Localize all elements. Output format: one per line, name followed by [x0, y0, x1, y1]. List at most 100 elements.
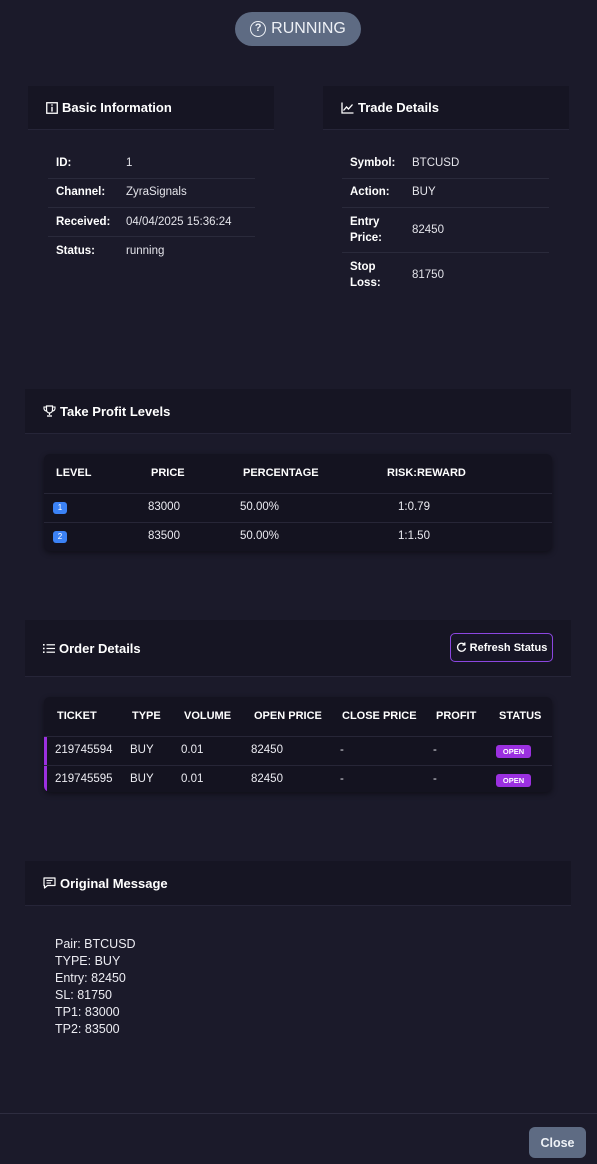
column-header: PRICE	[151, 467, 185, 479]
column-header: VOLUME	[184, 710, 232, 722]
column-header: TICKET	[57, 710, 97, 722]
table-cell: 82450	[251, 744, 283, 756]
kv-key: Action:	[350, 185, 390, 198]
divider	[48, 236, 255, 237]
kv-key: ID:	[56, 156, 72, 169]
table-cell: 219745595	[55, 773, 113, 785]
kv-value: 04/04/2025 15:36:24	[126, 215, 232, 228]
kv-key: Received:	[56, 215, 111, 228]
refresh-status-button[interactable]: Refresh Status	[450, 633, 553, 662]
kv-value: BTCUSD	[412, 156, 460, 169]
basic-info-row-received: Received: 04/04/2025 15:36:24	[56, 213, 232, 230]
column-header: LEVEL	[56, 467, 92, 479]
message-line: TYPE: BUY	[55, 954, 121, 968]
column-header: OPEN PRICE	[254, 710, 322, 722]
trade-details-row-symbol: Symbol: BTCUSD	[350, 154, 459, 171]
kv-value: 82450	[412, 224, 444, 236]
kv-key: Stop Loss:	[350, 259, 412, 291]
table-cell: 50.00%	[240, 501, 280, 513]
kv-key: Status:	[56, 244, 95, 257]
table-cell: 1:1.50	[398, 530, 430, 542]
message-line: SL: 81750	[55, 988, 112, 1002]
table-cell: BUY	[130, 744, 154, 756]
table-cell: 0.01	[181, 773, 204, 785]
message-line: TP1: 83000	[55, 1005, 120, 1019]
column-header: STATUS	[499, 710, 542, 722]
table-cell: 83000	[148, 501, 180, 513]
message-line: TP2: 83500	[55, 1022, 120, 1036]
status-badge: OPEN	[496, 745, 531, 758]
divider	[44, 765, 552, 766]
divider	[342, 178, 549, 179]
original-message-title: Original Message	[60, 875, 168, 891]
trade-details-row-stop-loss: Stop Loss: 81750	[350, 259, 444, 291]
basic-info-title: Basic Information	[62, 100, 172, 115]
footer-divider	[0, 1113, 597, 1114]
divider	[342, 252, 549, 253]
column-header: TYPE	[132, 710, 161, 722]
table-cell: BUY	[130, 773, 154, 785]
kv-key: Entry Price:	[350, 214, 412, 246]
kv-key: Symbol:	[350, 156, 396, 169]
trophy-icon	[43, 405, 56, 417]
kv-value: 1	[126, 156, 133, 169]
divider	[342, 207, 549, 208]
kv-key-line: Stop	[350, 261, 376, 273]
message-line: Entry: 82450	[55, 971, 126, 985]
divider	[48, 207, 255, 208]
original-message-header: Original Message	[25, 861, 571, 906]
table-cell: 0.01	[181, 744, 204, 756]
refresh-status-label: Refresh Status	[469, 641, 548, 654]
refresh-icon	[456, 642, 466, 652]
basic-info-row-status: Status: running	[56, 242, 164, 259]
basic-info-header: Basic Information	[28, 86, 274, 130]
message-line: Pair: BTCUSD	[55, 937, 136, 951]
column-header: RISK:REWARD	[387, 467, 466, 479]
table-cell: 219745594	[55, 744, 113, 756]
kv-key-line: Price:	[350, 232, 382, 244]
kv-key-line: Entry	[350, 216, 380, 228]
table-cell: -	[340, 773, 344, 785]
status-pill: ? RUNNING	[235, 12, 361, 46]
trade-details-header: Trade Details	[323, 86, 569, 130]
kv-value: running	[126, 244, 165, 257]
table-cell: 50.00%	[240, 530, 280, 542]
divider	[48, 178, 255, 179]
kv-key-line: Loss:	[350, 277, 381, 289]
kv-value: BUY	[412, 185, 436, 198]
trade-details-title: Trade Details	[358, 100, 439, 115]
table-cell: 1:0.79	[398, 501, 430, 513]
row-accent-bar	[44, 737, 47, 791]
take-profit-title: Take Profit Levels	[60, 403, 171, 419]
divider	[44, 493, 552, 494]
take-profit-header: Take Profit Levels	[25, 389, 571, 434]
trade-details-row-action: Action: BUY	[350, 183, 436, 200]
status-badge: OPEN	[496, 774, 531, 787]
status-pill-label: RUNNING	[271, 20, 346, 37]
table-cell: -	[433, 773, 437, 785]
line-chart-icon	[341, 102, 354, 114]
level-badge: 1	[53, 502, 67, 514]
order-details-title: Order Details	[59, 640, 141, 656]
column-header: CLOSE PRICE	[342, 710, 417, 722]
level-badge: 2	[53, 531, 67, 543]
basic-info-row-id: ID: 1	[56, 154, 132, 171]
table-cell: 82450	[251, 773, 283, 785]
column-header: PROFIT	[436, 710, 477, 722]
close-button[interactable]: Close	[529, 1127, 586, 1158]
divider	[44, 736, 552, 737]
orders-table: TICKET TYPE VOLUME OPEN PRICE CLOSE PRIC…	[44, 697, 552, 792]
divider	[44, 522, 552, 523]
question-circle-icon: ?	[250, 21, 267, 37]
table-cell: -	[433, 744, 437, 756]
kv-key: Channel:	[56, 185, 106, 198]
basic-info-row-channel: Channel: ZyraSignals	[56, 183, 187, 200]
message-icon	[43, 877, 56, 889]
trade-details-row-entry: Entry Price: 82450	[350, 214, 444, 246]
list-icon	[43, 643, 55, 653]
column-header: PERCENTAGE	[243, 467, 319, 479]
info-icon	[46, 101, 58, 114]
take-profit-table: LEVEL PRICE PERCENTAGE RISK:REWARD 1 830…	[44, 454, 552, 551]
kv-value: 81750	[412, 269, 444, 281]
table-cell: 83500	[148, 530, 180, 542]
